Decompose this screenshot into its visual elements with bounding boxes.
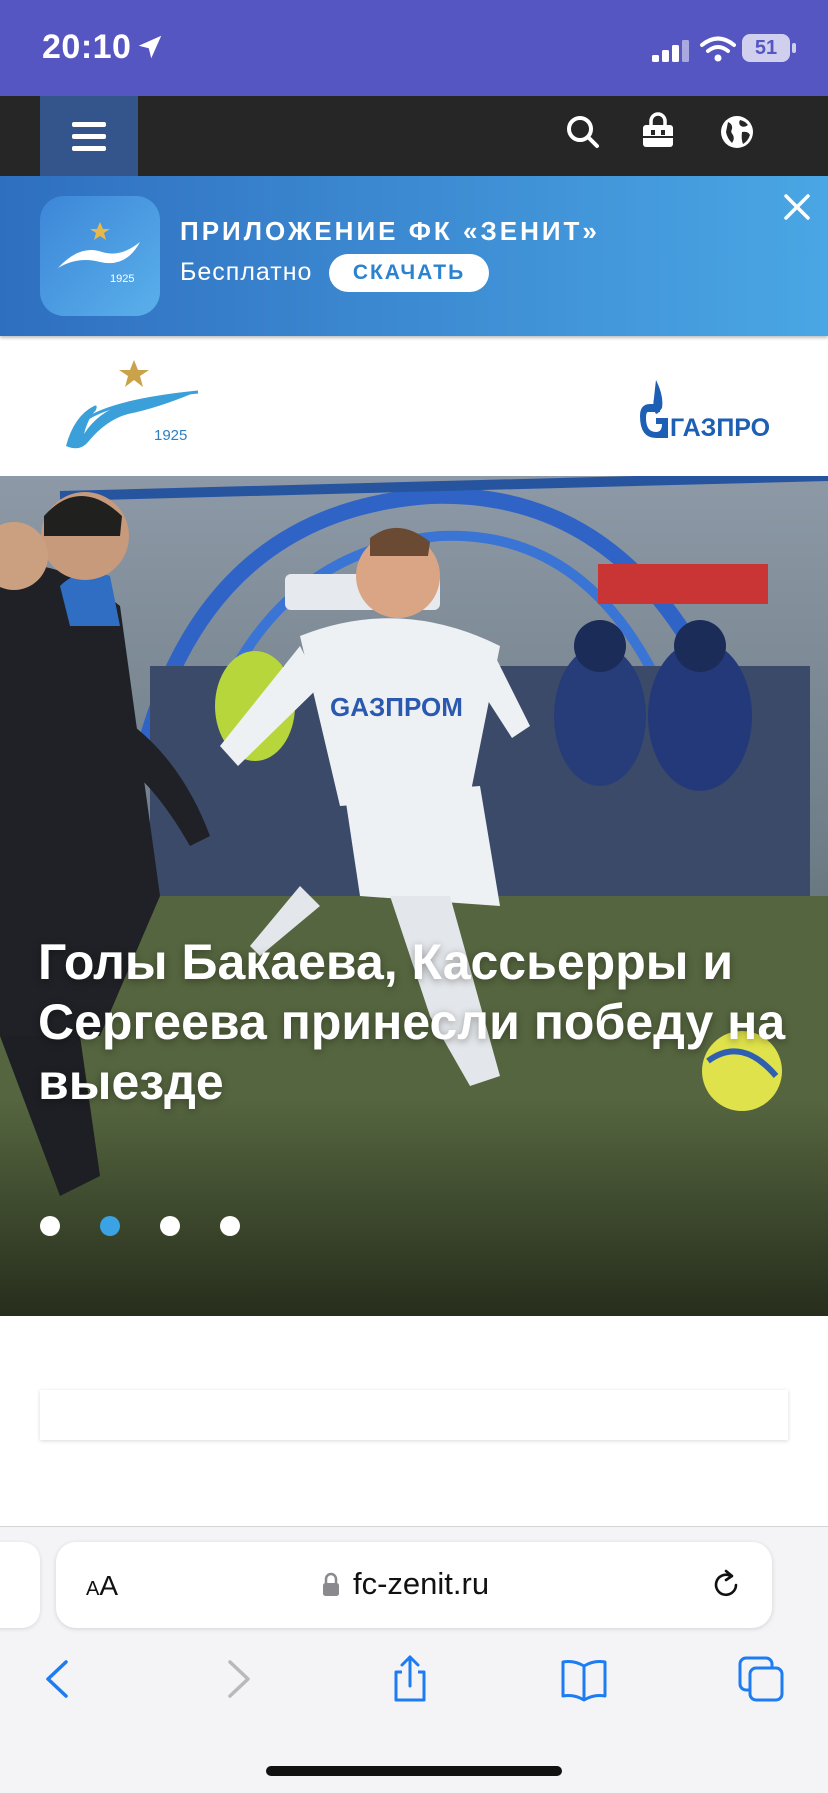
content-card <box>40 1390 788 1440</box>
slider-dot-4[interactable] <box>220 1216 240 1236</box>
wifi-icon <box>700 36 736 62</box>
svg-text:1925: 1925 <box>154 427 187 444</box>
status-time: 20:10 <box>42 28 132 66</box>
zenit-logo-icon: 1925 <box>58 222 140 285</box>
back-icon[interactable] <box>34 1654 84 1704</box>
banner-subtitle: Бесплатно <box>180 258 313 286</box>
download-button[interactable]: СКАЧАТЬ <box>329 254 489 292</box>
globe-icon[interactable] <box>717 112 757 152</box>
slider-dot-1[interactable] <box>40 1216 60 1236</box>
slider-dot-3[interactable] <box>160 1216 180 1236</box>
bookmarks-icon[interactable] <box>559 1654 609 1704</box>
zenit-logo[interactable]: 1925 <box>58 356 202 456</box>
hero-headline[interactable]: Голы Бакаева, Кассьерры и Сергеева прине… <box>38 932 798 1112</box>
menu-button[interactable] <box>40 96 138 176</box>
banner-title: ПРИЛОЖЕНИЕ ФК «ЗЕНИТ» <box>180 216 600 246</box>
forward-icon[interactable] <box>212 1654 262 1704</box>
location-arrow-icon <box>138 35 162 59</box>
signal-icon <box>652 40 689 62</box>
home-indicator <box>266 1766 562 1776</box>
svg-text:ГАЗПРОМ: ГАЗПРОМ <box>670 414 770 442</box>
app-icon: 1925 <box>40 196 160 316</box>
close-icon[interactable] <box>780 190 814 224</box>
previous-tab-preview[interactable] <box>0 1542 40 1628</box>
svg-text:1925: 1925 <box>110 273 134 285</box>
text-size-button[interactable]: AA <box>86 1570 118 1602</box>
slider-dot-2-active[interactable] <box>100 1216 120 1236</box>
reload-icon[interactable] <box>708 1567 744 1603</box>
lock-icon <box>323 1572 339 1596</box>
battery-level: 51 <box>754 37 778 59</box>
tabs-icon[interactable] <box>736 1654 786 1704</box>
hero-image: GАЗПРОМ <box>0 476 828 1316</box>
gazprom-logo[interactable]: ГАЗПРОМ <box>636 374 770 442</box>
url-text[interactable]: fc-zenit.ru <box>353 1566 489 1602</box>
battery-tip <box>792 43 796 53</box>
shop-icon[interactable] <box>638 112 678 152</box>
hero-slider[interactable]: GАЗПРОМ <box>0 476 828 1316</box>
status-bar: 20:10 51 <box>0 0 828 96</box>
share-icon[interactable] <box>385 1654 435 1704</box>
svg-text:GАЗПРОМ: GАЗПРОМ <box>330 692 463 722</box>
search-icon[interactable] <box>563 112 603 152</box>
battery-icon: 51 <box>742 34 790 62</box>
